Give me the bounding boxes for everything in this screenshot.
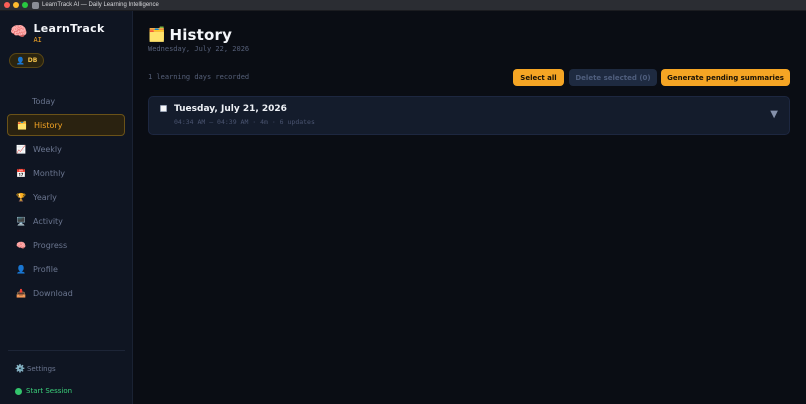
sidebar-divider — [8, 350, 125, 351]
sidebar-item-today[interactable]: Today — [7, 90, 125, 112]
chart-icon: 📈 — [16, 144, 26, 154]
brand-name: LearnTrack — [33, 22, 105, 35]
days-count-text: 1 learning days recorded — [148, 73, 250, 81]
window-titlebar: LearnTrack AI — Daily Learning Intellige… — [0, 0, 806, 11]
sidebar: 🧠 LearnTrack AI 👤 DB Today 🗂️ History 📈 … — [0, 11, 133, 404]
settings-link[interactable]: ⚙️ Settings — [15, 364, 56, 373]
start-session-button[interactable]: Start Session — [15, 387, 72, 395]
app-icon — [32, 1, 39, 9]
inbox-tray-icon: 📥 — [16, 288, 26, 298]
sidebar-item-label: Today — [32, 96, 56, 106]
delete-selected-button[interactable]: Delete selected (0) — [569, 69, 657, 86]
sidebar-item-label: Profile — [33, 264, 58, 274]
sidebar-item-weekly[interactable]: 📈 Weekly — [7, 138, 125, 160]
sidebar-item-label: Progress — [33, 240, 68, 250]
minimize-window-button[interactable] — [13, 2, 19, 8]
day-card[interactable]: Tuesday, July 21, 2026 04:34 AM – 04:39 … — [148, 96, 790, 135]
brand-subtitle: AI — [33, 36, 42, 44]
page-date: Wednesday, July 22, 2026 — [148, 45, 250, 53]
close-window-button[interactable] — [4, 2, 10, 8]
user-icon: 👤 — [16, 264, 26, 274]
brain-icon: 🧠 — [10, 24, 28, 40]
sidebar-item-yearly[interactable]: 🏆 Yearly — [7, 186, 125, 208]
window-controls — [4, 2, 28, 8]
day-title: Tuesday, July 21, 2026 — [174, 104, 287, 114]
start-session-label: Start Session — [26, 387, 73, 395]
user-initials: DB — [27, 57, 38, 64]
day-checkbox[interactable] — [160, 105, 167, 112]
sidebar-item-monthly[interactable]: 📅 Monthly — [7, 162, 125, 184]
generate-summaries-button[interactable]: Generate pending summaries — [661, 69, 790, 86]
brain-icon: 🧠 — [16, 240, 26, 250]
sidebar-item-label: Activity — [33, 216, 63, 226]
sidebar-item-label: Download — [33, 288, 73, 298]
main-content: 🗂️ History Wednesday, July 22, 2026 1 le… — [134, 11, 806, 404]
sidebar-item-activity[interactable]: 🖥️ Activity — [7, 210, 125, 232]
calendar-icon: 📅 — [16, 168, 26, 178]
user-icon: 👤 — [16, 56, 25, 65]
day-meta: 04:34 AM – 04:39 AM · 4m · 6 updates — [174, 118, 315, 126]
page-title-text: History — [169, 26, 233, 44]
window-title: LearnTrack AI — Daily Learning Intellige… — [42, 2, 159, 8]
page-title: 🗂️ History — [148, 26, 232, 44]
gear-icon: ⚙️ — [15, 364, 25, 373]
chevron-down-icon[interactable]: ▼ — [770, 109, 778, 120]
select-all-button[interactable]: Select all — [513, 69, 564, 86]
status-dot-icon — [15, 387, 22, 395]
maximize-window-button[interactable] — [22, 2, 28, 8]
folder-icon: 🗂️ — [17, 120, 27, 130]
monitor-icon: 🖥️ — [16, 216, 26, 226]
sidebar-item-history[interactable]: 🗂️ History — [7, 114, 125, 136]
sidebar-item-label: Weekly — [33, 144, 62, 154]
sidebar-item-profile[interactable]: 👤 Profile — [7, 258, 125, 280]
sidebar-item-label: Monthly — [33, 168, 66, 178]
folder-icon: 🗂️ — [148, 27, 166, 43]
sidebar-item-label: Yearly — [33, 192, 57, 202]
sidebar-nav: Today 🗂️ History 📈 Weekly 📅 Monthly 🏆 Ye… — [7, 90, 125, 306]
sidebar-item-download[interactable]: 📥 Download — [7, 282, 125, 304]
brand: 🧠 LearnTrack AI — [10, 23, 105, 45]
sidebar-item-label: History — [34, 120, 63, 130]
settings-label: Settings — [26, 364, 56, 373]
sidebar-item-progress[interactable]: 🧠 Progress — [7, 234, 125, 256]
user-badge[interactable]: 👤 DB — [9, 53, 45, 68]
trophy-icon: 🏆 — [16, 192, 26, 202]
